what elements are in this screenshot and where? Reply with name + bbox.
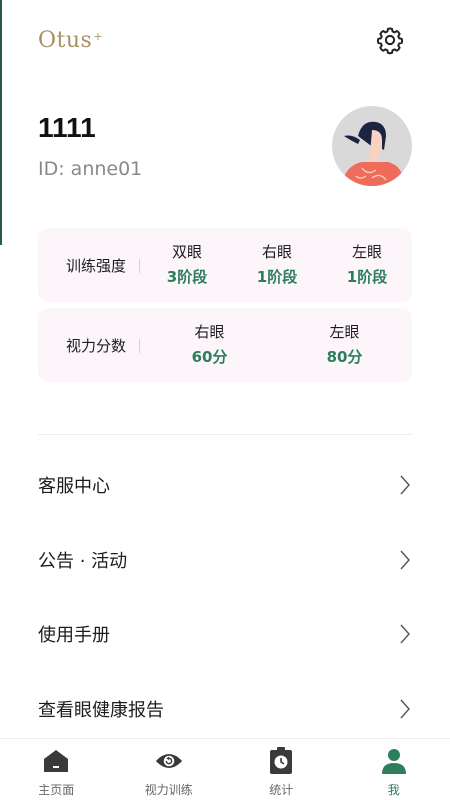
username: 1111: [38, 112, 96, 143]
section-divider: [38, 434, 412, 435]
menu-label: 查看眼健康报告: [38, 700, 164, 721]
stats-clock-icon: [267, 747, 295, 775]
chevron-right-icon: [398, 549, 412, 571]
training-intensity-card: 训练强度 双眼 3阶段 右眼 1阶段 左眼 1阶段: [38, 228, 412, 302]
avatar-woman-icon: [342, 121, 404, 186]
chevron-right-icon: [398, 623, 412, 645]
col-value: 1阶段: [256, 268, 298, 286]
col-value: 3阶段: [166, 268, 208, 286]
vision-left-eye: 左眼 80分: [277, 321, 412, 369]
vision-score-card: 视力分数 右眼 60分 左眼 80分: [38, 308, 412, 382]
col-head: 双眼: [171, 243, 202, 261]
person-icon: [380, 747, 408, 775]
avatar[interactable]: [332, 106, 412, 186]
col-value: 80分: [326, 348, 363, 366]
settings-button[interactable]: [372, 22, 408, 58]
col-head: 右眼: [194, 323, 225, 341]
menu-label: 客服中心: [38, 476, 110, 497]
home-icon: [42, 747, 70, 775]
col-head: 右眼: [261, 243, 292, 261]
nav-label: 视力训练: [144, 783, 193, 797]
nav-label: 统计: [269, 783, 294, 797]
nav-me[interactable]: 我: [338, 739, 450, 800]
logo-mark: +: [93, 30, 104, 43]
col-value: 1阶段: [346, 268, 388, 286]
nav-label: 我: [387, 783, 400, 797]
col-head: 左眼: [329, 323, 360, 341]
nav-home[interactable]: 主页面: [0, 739, 113, 800]
menu-item-eye-health-report[interactable]: 查看眼健康报告: [38, 689, 412, 729]
left-edge-rule: [0, 0, 2, 245]
menu-label: 公告 · 活动: [38, 551, 128, 572]
training-both-eyes: 双眼 3阶段: [142, 241, 232, 289]
vision-right-eye: 右眼 60分: [142, 321, 277, 369]
user-id: ID: anne01: [38, 158, 143, 180]
vision-score-label: 视力分数: [38, 335, 142, 356]
nav-label: 主页面: [38, 783, 75, 797]
training-left-eye: 左眼 1阶段: [322, 241, 412, 289]
chevron-right-icon: [398, 698, 412, 720]
menu-item-announcements[interactable]: 公告 · 活动: [38, 540, 412, 580]
col-head: 左眼: [351, 243, 382, 261]
menu-label: 使用手册: [38, 625, 110, 646]
logo-text: Otus: [38, 28, 93, 53]
nav-vision-training[interactable]: 视力训练: [113, 739, 226, 800]
otus-logo: Otus +: [38, 28, 103, 56]
gear-icon: [376, 27, 404, 55]
training-right-eye: 右眼 1阶段: [232, 241, 322, 289]
menu-item-customer-service[interactable]: 客服中心: [38, 465, 412, 505]
bottom-nav: 主页面 视力训练 统计 我: [0, 738, 450, 800]
menu-item-user-manual[interactable]: 使用手册: [38, 614, 412, 654]
col-value: 60分: [191, 348, 228, 366]
training-intensity-label: 训练强度: [38, 255, 142, 276]
nav-statistics[interactable]: 统计: [225, 739, 338, 800]
eye-icon: [155, 747, 183, 775]
chevron-right-icon: [398, 474, 412, 496]
